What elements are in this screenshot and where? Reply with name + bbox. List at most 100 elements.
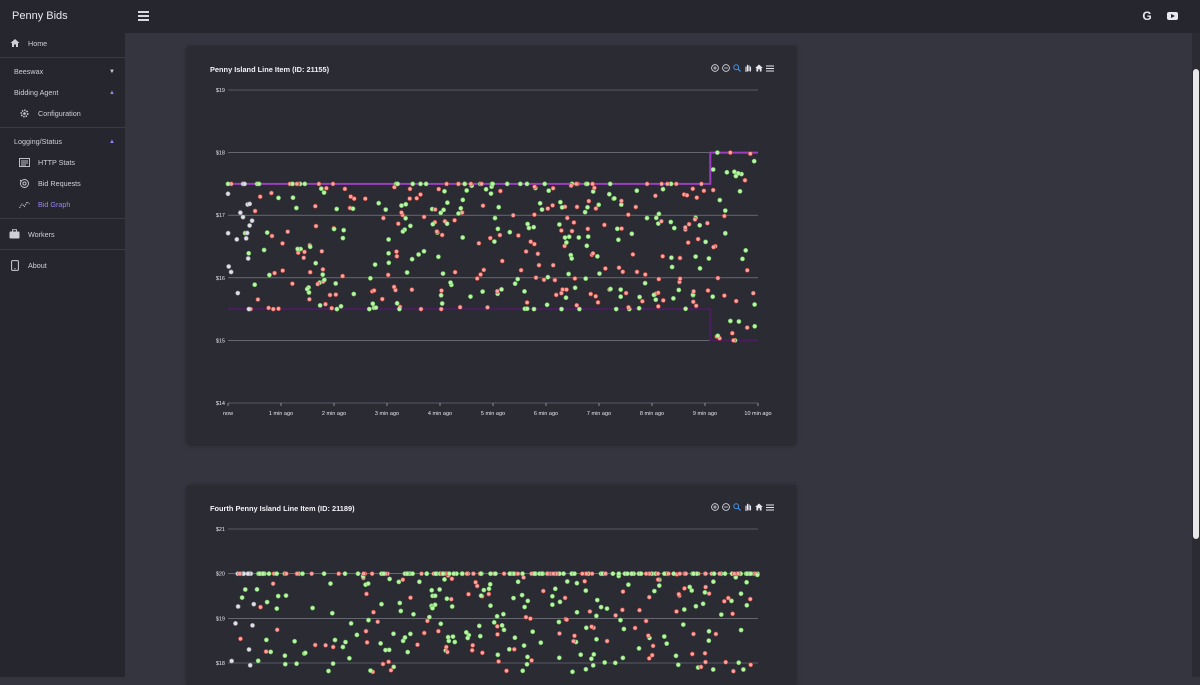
bid-point bbox=[710, 667, 716, 672]
bid-point bbox=[574, 204, 580, 210]
bid-point bbox=[501, 571, 507, 577]
bid-point bbox=[683, 306, 688, 312]
bid-point bbox=[539, 571, 545, 577]
bid-point bbox=[435, 254, 441, 260]
bid-point bbox=[444, 596, 450, 602]
bid-point bbox=[689, 651, 695, 657]
google-icon[interactable]: G bbox=[1141, 10, 1153, 22]
scrollbar-thumb[interactable] bbox=[1193, 69, 1199, 539]
bid-point bbox=[722, 208, 728, 213]
bid-point bbox=[480, 289, 485, 294]
sidebar-item-about[interactable]: About bbox=[0, 253, 125, 277]
bid-point bbox=[550, 202, 555, 208]
bid-point bbox=[664, 181, 670, 187]
bid-point bbox=[491, 619, 497, 625]
bid-point bbox=[550, 571, 556, 577]
y-tick-label: $14 bbox=[216, 401, 225, 407]
y-tick-label: $18 bbox=[216, 661, 225, 667]
bid-point bbox=[416, 252, 421, 257]
bid-point bbox=[229, 658, 234, 664]
bid-point bbox=[233, 620, 238, 626]
bid-point bbox=[690, 186, 696, 192]
youtube-icon[interactable] bbox=[1167, 12, 1178, 20]
sidebar-item-bid-requests[interactable]: Bid Requests bbox=[0, 173, 125, 194]
bid-point bbox=[429, 587, 435, 593]
chart-card: Fourth Penny Island Line Item (ID: 21189… bbox=[187, 485, 796, 685]
bid-point bbox=[625, 212, 631, 218]
bid-point bbox=[578, 652, 584, 658]
sidebar-section-bidding-agent[interactable]: Bidding Agent ▲ bbox=[0, 82, 125, 103]
bid-point bbox=[493, 571, 498, 577]
bid-point bbox=[583, 666, 589, 672]
sidebar-item-bid-graph[interactable]: Bid Graph bbox=[0, 194, 125, 215]
bid-point bbox=[568, 183, 574, 189]
bid-point bbox=[474, 583, 480, 589]
bid-point bbox=[430, 605, 435, 611]
sidebar-section-beeswax[interactable]: Beeswax ▼ bbox=[0, 61, 125, 82]
bid-point bbox=[238, 210, 243, 216]
bid-point bbox=[616, 265, 622, 271]
menu-toggle-icon[interactable] bbox=[138, 11, 149, 21]
sidebar-item-home[interactable]: Home bbox=[0, 32, 125, 54]
bid-point bbox=[626, 304, 631, 310]
top-bar-icons: G bbox=[1141, 10, 1178, 22]
bid-point bbox=[519, 592, 525, 598]
bid-point bbox=[283, 593, 289, 598]
bid-point bbox=[405, 649, 411, 655]
bid-point bbox=[644, 181, 650, 187]
bid-point bbox=[594, 636, 599, 642]
bid-point bbox=[612, 660, 618, 666]
bid-point bbox=[269, 190, 274, 196]
bid-point bbox=[697, 222, 703, 228]
bid-point bbox=[354, 632, 360, 638]
bid-point bbox=[225, 230, 231, 236]
bid-point bbox=[607, 181, 613, 187]
bid-point bbox=[323, 185, 329, 191]
bid-point bbox=[693, 303, 699, 309]
bid-point bbox=[225, 181, 231, 187]
bid-point bbox=[450, 634, 456, 639]
bid-point bbox=[456, 211, 461, 216]
bid-point bbox=[661, 634, 667, 639]
bid-scatter-chart[interactable]: $14 $15 $16 $17 $18 $19 now 1 min ago 2 min ago 3… bbox=[187, 46, 796, 444]
bid-point bbox=[526, 225, 532, 231]
bid-point bbox=[736, 319, 742, 324]
bid-point bbox=[340, 644, 346, 650]
sidebar-item-workers[interactable]: Workers bbox=[0, 222, 125, 246]
sidebar-nav: Home Beeswax ▼ Bidding Agent ▲ Configura… bbox=[0, 32, 125, 277]
bid-point bbox=[243, 235, 249, 241]
bid-point bbox=[451, 571, 457, 577]
y-tick-label: $19 bbox=[216, 616, 225, 622]
bid-point bbox=[394, 300, 400, 306]
bid-point bbox=[328, 581, 333, 586]
sidebar-item-configuration[interactable]: Configuration bbox=[0, 103, 125, 124]
bid-point bbox=[584, 181, 590, 187]
x-tick-label: 10 min ago bbox=[744, 411, 771, 417]
bid-point bbox=[729, 330, 735, 336]
sidebar-section-logging-status[interactable]: Logging/Status ▲ bbox=[0, 131, 125, 152]
bid-point bbox=[424, 618, 430, 624]
y-tick-label: $16 bbox=[216, 276, 225, 282]
bid-point bbox=[614, 226, 620, 232]
bid-point bbox=[606, 191, 612, 197]
bid-point bbox=[294, 205, 299, 211]
bid-scatter-chart[interactable]: $18 $19 $20 $21 bbox=[187, 485, 796, 685]
bid-point bbox=[380, 215, 386, 221]
bid-point bbox=[495, 226, 501, 232]
bid-point bbox=[563, 240, 569, 245]
bid-point bbox=[274, 606, 280, 611]
bid-point bbox=[652, 193, 658, 199]
bid-point bbox=[655, 571, 661, 577]
bid-point bbox=[668, 219, 674, 225]
bid-point bbox=[316, 181, 322, 187]
bid-point bbox=[414, 195, 420, 201]
page-scrollbar[interactable] bbox=[1192, 33, 1200, 677]
bid-point bbox=[593, 293, 599, 299]
bid-point bbox=[276, 195, 281, 201]
bid-point bbox=[445, 634, 451, 640]
bid-point bbox=[698, 664, 704, 670]
sidebar-item-http-stats[interactable]: HTTP Stats bbox=[0, 152, 125, 173]
bid-point bbox=[409, 256, 415, 262]
sidebar-item-label: Bid Graph bbox=[38, 200, 71, 209]
bid-point bbox=[694, 195, 700, 200]
